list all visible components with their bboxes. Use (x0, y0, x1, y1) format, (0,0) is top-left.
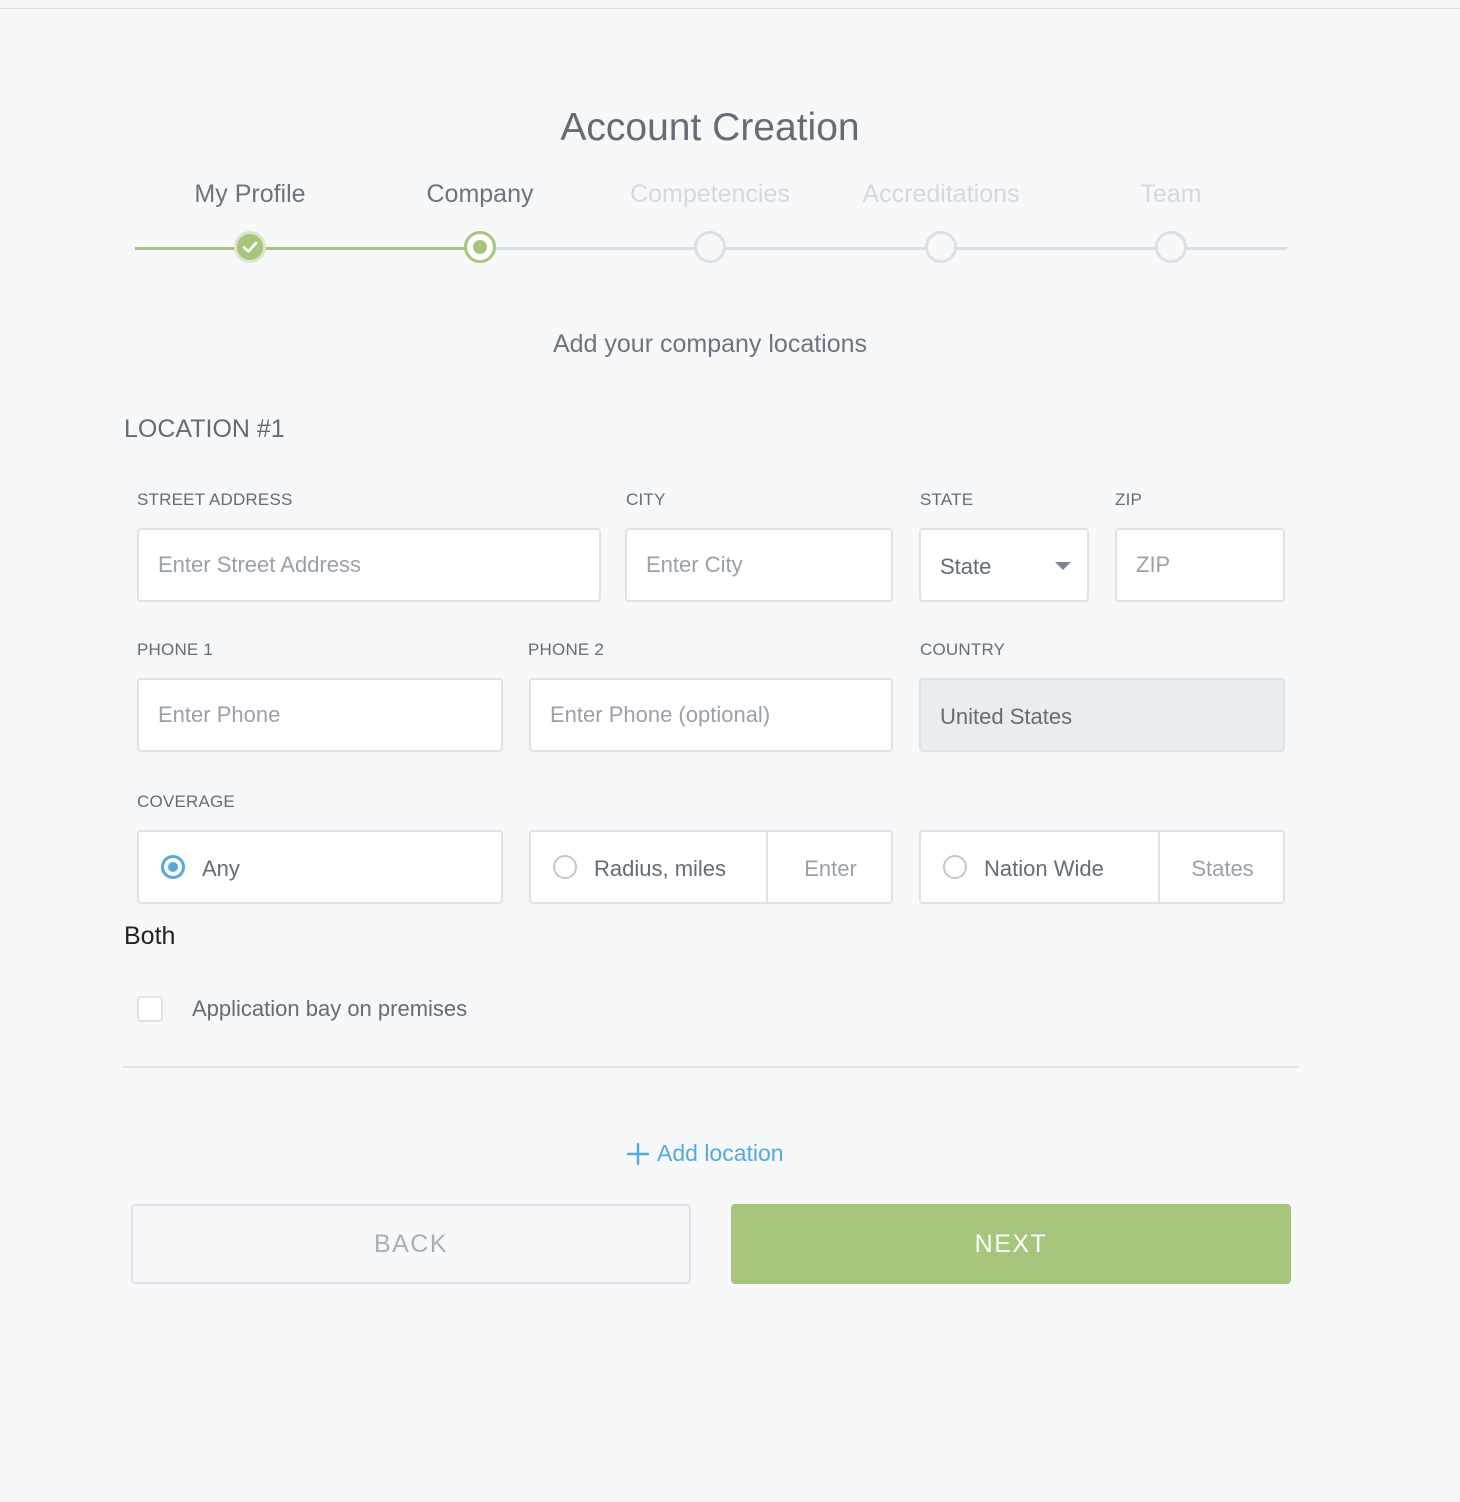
page-title: Account Creation (560, 106, 860, 149)
step-pending-indicator (1155, 231, 1187, 263)
page-subtitle: Add your company locations (552, 330, 868, 358)
radio-unselected-icon[interactable] (943, 855, 967, 879)
street-address-field (137, 528, 601, 602)
add-location-label: Add location (657, 1140, 784, 1166)
phone2-field (529, 678, 893, 752)
phone2-input[interactable] (531, 680, 891, 750)
radio-unselected-icon[interactable] (553, 855, 577, 879)
zip-input[interactable] (1117, 530, 1283, 600)
city-input[interactable] (627, 530, 891, 600)
step-accreditations: Accreditations (862, 180, 1020, 208)
coverage-radius-label: Radius, miles (594, 856, 727, 881)
radio-selected-icon[interactable] (161, 855, 185, 879)
back-button[interactable]: BACK (131, 1204, 691, 1284)
step-current-indicator (464, 231, 496, 263)
add-location-button[interactable]: Add location (627, 1140, 784, 1167)
coverage-option-radius[interactable]: Radius, miles Enter (529, 830, 893, 904)
country-label: COUNTRY (920, 640, 1006, 659)
step-completed-check-icon (234, 231, 266, 263)
chevron-down-icon (1055, 562, 1071, 570)
state-label: STATE (920, 490, 974, 509)
location-heading: LOCATION #1 (124, 415, 285, 443)
coverage-option-any[interactable]: Any (137, 830, 503, 904)
top-divider (0, 8, 1460, 9)
step-my-profile[interactable]: My Profile (150, 180, 350, 209)
phone1-label: PHONE 1 (137, 640, 214, 659)
country-field: United States (919, 678, 1285, 752)
both-text: Both (124, 922, 176, 950)
coverage-nationwide-label: Nation Wide (984, 856, 1104, 881)
coverage-option-nationwide[interactable]: Nation Wide States (919, 830, 1285, 904)
phone2-label: PHONE 2 (528, 640, 605, 659)
application-bay-checkbox[interactable] (137, 996, 163, 1022)
application-bay-label[interactable]: Application bay on premises (192, 996, 467, 1022)
city-field (625, 528, 893, 602)
radius-miles-input[interactable]: Enter (768, 856, 893, 882)
coverage-label: COVERAGE (137, 792, 235, 811)
section-divider (123, 1066, 1299, 1068)
state-select-value: State (940, 554, 992, 579)
zip-field (1115, 528, 1285, 602)
coverage-any-label: Any (202, 856, 240, 881)
step-company[interactable]: Company (380, 180, 580, 209)
street-address-label: STREET ADDRESS (137, 490, 293, 509)
step-pending-indicator (925, 231, 957, 263)
phone1-field (137, 678, 503, 752)
phone1-input[interactable] (139, 680, 501, 750)
state-select[interactable]: State (919, 528, 1089, 602)
next-button[interactable]: NEXT (731, 1204, 1291, 1284)
states-select[interactable]: States (1160, 856, 1285, 882)
step-pending-indicator (694, 231, 726, 263)
zip-label: ZIP (1115, 490, 1143, 509)
country-value: United States (940, 704, 1073, 729)
step-team: Team (1140, 180, 1202, 208)
stepper-progress-track (135, 247, 481, 250)
city-label: CITY (626, 490, 666, 509)
step-competencies: Competencies (630, 180, 790, 208)
street-address-input[interactable] (139, 530, 599, 600)
plus-icon (627, 1142, 649, 1165)
